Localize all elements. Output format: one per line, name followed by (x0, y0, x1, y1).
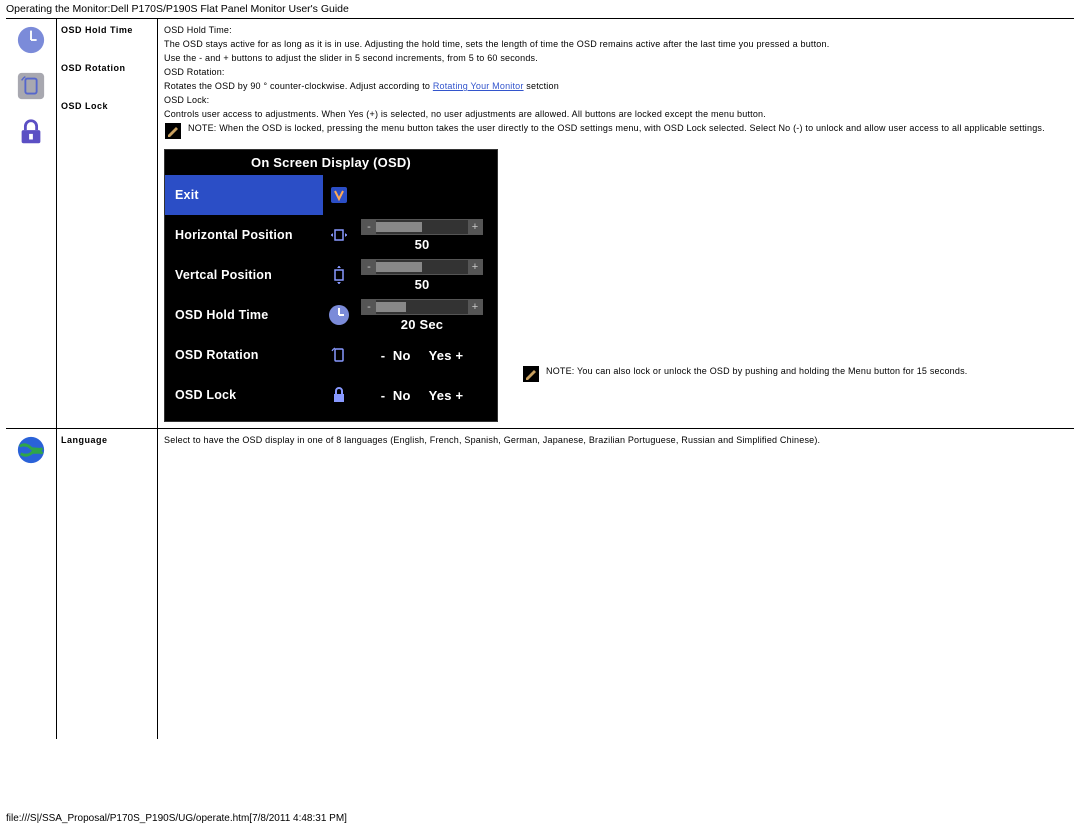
osd-row-hold[interactable]: OSD Hold Time - + 20 Sec (165, 295, 497, 335)
globe-icon (16, 435, 46, 465)
slider-plus-button[interactable]: + (468, 220, 482, 234)
rotation-minus: - (381, 348, 386, 363)
page-header: Operating the Monitor:Dell P170S/P190S F… (0, 0, 1080, 18)
osd-label-lock: OSD Lock (165, 388, 323, 402)
osd-row-exit[interactable]: Exit (165, 175, 497, 215)
lock-value-area: - No Yes + (355, 388, 497, 403)
note-2-text: NOTE: You can also lock or unlock the OS… (546, 366, 967, 376)
vpos-slider[interactable]: - + (361, 259, 483, 275)
note-body: When the OSD is locked, pressing the men… (217, 123, 1045, 133)
slider-plus-button[interactable]: + (468, 300, 482, 314)
osd-row-rotation[interactable]: OSD Rotation - No Yes + (165, 335, 497, 375)
slider-plus-button[interactable]: + (468, 260, 482, 274)
content-outer: OSD Hold Time OSD Rotation OSD Lock OSD … (6, 18, 1074, 739)
hold-time-body2: Use the - and + buttons to adjust the sl… (164, 53, 1068, 63)
pencil-note-icon (164, 123, 182, 139)
slider-minus-button[interactable]: - (362, 220, 376, 234)
hold-slider[interactable]: - + (361, 299, 483, 315)
note-prefix: NOTE: (546, 366, 575, 376)
label-column: OSD Hold Time OSD Rotation OSD Lock (57, 19, 158, 428)
exit-icon (323, 185, 355, 205)
hpos-slider[interactable]: - + (361, 219, 483, 235)
description-column-lang: Select to have the OSD display in one of… (158, 429, 1074, 739)
section-osd-settings: OSD Hold Time OSD Rotation OSD Lock OSD … (6, 19, 1074, 429)
hpos-slider-area: - + 50 (355, 219, 497, 252)
hold-time-body1: The OSD stays active for as long as it i… (164, 39, 1068, 49)
description-column: OSD Hold Time: The OSD stays active for … (158, 19, 1074, 428)
osd-label-rotation: OSD Rotation (165, 348, 323, 362)
icon-column-lang (6, 429, 57, 739)
note-1-text: NOTE: When the OSD is locked, pressing t… (188, 123, 1045, 139)
lock-yes[interactable]: Yes + (429, 388, 464, 403)
lock-body: Controls user access to adjustments. Whe… (164, 109, 1068, 119)
note-prefix: NOTE: (188, 123, 217, 133)
lock-no[interactable]: No (393, 388, 411, 403)
rotation-value-area: - No Yes + (355, 348, 497, 363)
label-hold-time: OSD Hold Time (61, 25, 153, 35)
vpos-icon (323, 265, 355, 285)
page-footer: file:///S|/SSA_Proposal/P170S_P190S/UG/o… (0, 809, 353, 828)
label-column-lang: Language (57, 429, 158, 739)
rotation-body: Rotates the OSD by 90 ° counter-clockwis… (164, 81, 1068, 91)
rotation-yes[interactable]: Yes + (429, 348, 464, 363)
lock-minus: - (381, 388, 386, 403)
rotation-icon (16, 71, 46, 101)
hold-clock-icon (323, 304, 355, 326)
rotation-body-post: setction (526, 81, 559, 91)
osd-row-hpos[interactable]: Horizontal Position - + 50 (165, 215, 497, 255)
language-body: Select to have the OSD display in one of… (164, 435, 1068, 445)
slider-minus-button[interactable]: - (362, 300, 376, 314)
label-lock: OSD Lock (61, 101, 153, 111)
icon-column (6, 19, 57, 428)
note-body: You can also lock or unlock the OSD by p… (575, 366, 968, 376)
osd-row-vpos[interactable]: Vertcal Position - + 50 (165, 255, 497, 295)
hpos-icon (323, 225, 355, 245)
lock-small-icon (323, 385, 355, 405)
slider-minus-button[interactable]: - (362, 260, 376, 274)
vpos-value: 50 (415, 277, 430, 292)
osd-panel: On Screen Display (OSD) Exit Horizontal … (164, 149, 498, 422)
note-box-1: NOTE: When the OSD is locked, pressing t… (164, 123, 1068, 139)
osd-label-exit: Exit (165, 175, 323, 215)
rotation-no[interactable]: No (393, 348, 411, 363)
vpos-slider-area: - + 50 (355, 259, 497, 292)
hold-slider-area: - + 20 Sec (355, 299, 497, 332)
osd-label-vpos: Vertcal Position (165, 268, 323, 282)
osd-label-hold: OSD Hold Time (165, 308, 323, 322)
pencil-note-icon (522, 366, 540, 382)
osd-row-lock[interactable]: OSD Lock - No Yes + (165, 375, 497, 415)
lock-heading: OSD Lock: (164, 95, 1068, 105)
label-language: Language (61, 435, 153, 445)
clock-icon (16, 25, 46, 55)
rotation-body-pre: Rotates the OSD by 90 ° counter-clockwis… (164, 81, 433, 91)
hpos-value: 50 (415, 237, 430, 252)
osd-label-hpos: Horizontal Position (165, 228, 323, 242)
hold-value: 20 Sec (401, 317, 443, 332)
label-rotation: OSD Rotation (61, 63, 153, 73)
rotation-small-icon (323, 345, 355, 365)
hold-time-heading: OSD Hold Time: (164, 25, 1068, 35)
note-box-2: NOTE: You can also lock or unlock the OS… (522, 366, 967, 382)
rotation-heading: OSD Rotation: (164, 67, 1068, 77)
rotating-monitor-link[interactable]: Rotating Your Monitor (433, 81, 524, 91)
lock-icon (16, 117, 46, 147)
osd-panel-title: On Screen Display (OSD) (165, 150, 497, 175)
section-language: Language Select to have the OSD display … (6, 429, 1074, 739)
